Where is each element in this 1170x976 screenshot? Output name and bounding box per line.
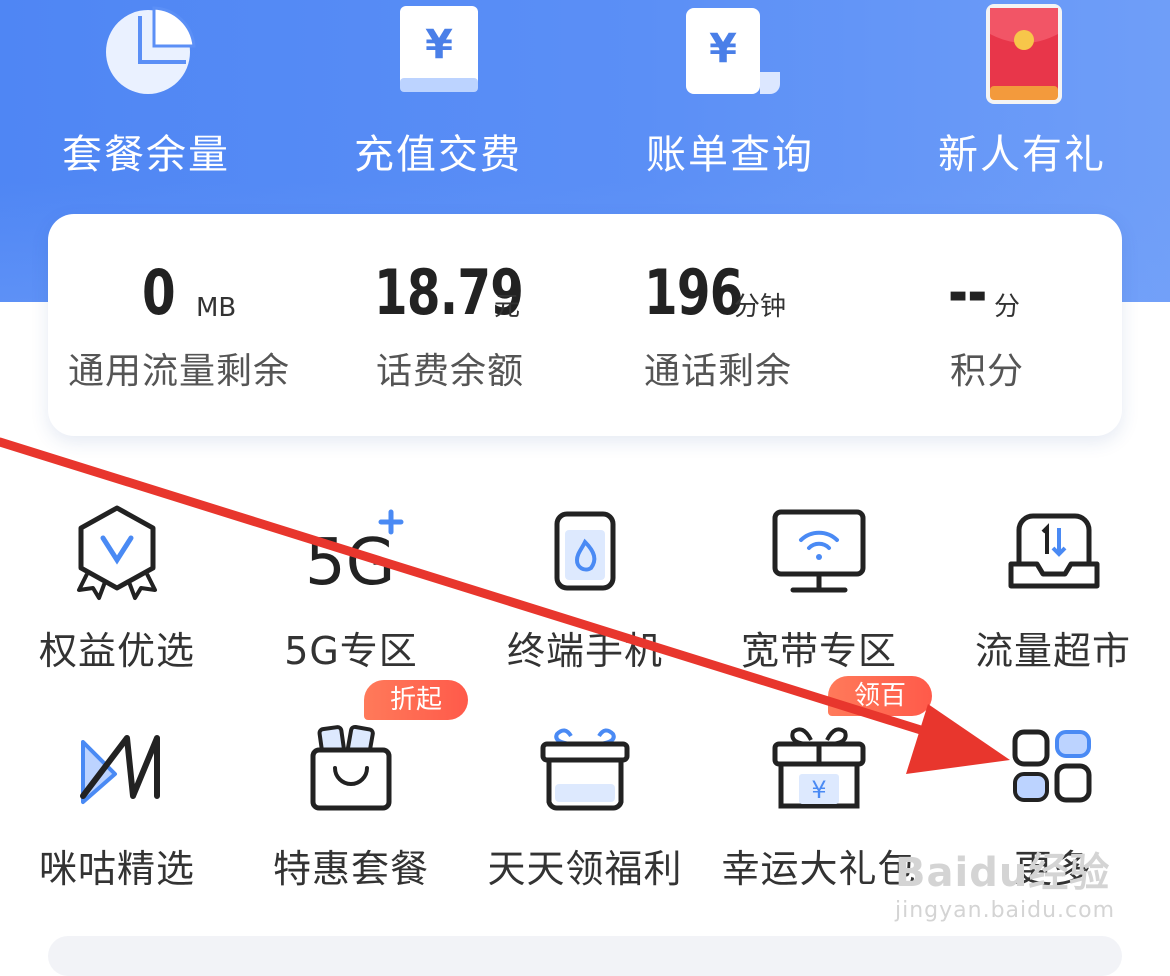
wifi-monitor-icon <box>772 509 866 593</box>
quick-action-label: 新人有礼 <box>938 132 1106 178</box>
quick-action-label: 充值交费 <box>354 132 522 178</box>
shopping-bag-icon <box>310 724 392 811</box>
service-label: 特惠套餐 <box>272 847 429 891</box>
svg-text:5G: 5G <box>305 526 395 600</box>
phone-icon <box>554 511 616 591</box>
service-daily-welfare[interactable]: 天天领福利 <box>470 722 700 912</box>
promo-badge: 领百元 <box>828 676 932 751</box>
service-label: 天天领福利 <box>487 847 683 891</box>
next-section-card <box>48 936 1122 976</box>
svg-text:¥: ¥ <box>709 26 737 72</box>
stat-label: 通话剩余 <box>644 351 793 392</box>
stat-unit: 分 <box>994 292 1021 322</box>
stat-unit: MB <box>196 293 237 323</box>
service-migu[interactable]: 咪咕精选 <box>2 722 232 912</box>
balance-card: 0 MB 通用流量剩余 18.79 元 话费余额 196 分钟 通话剩余 -- … <box>48 214 1122 436</box>
yuan-bill-icon: ¥ <box>686 8 780 94</box>
service-special-plans[interactable]: 特惠套餐 <box>236 722 466 912</box>
stat-unit: 元 <box>494 292 521 322</box>
baidu-watermark: Baidu经验 jingyan.baidu.com <box>895 840 1135 930</box>
stat-label: 积分 <box>950 351 1025 392</box>
stat-value: 196 <box>644 256 743 329</box>
stat-value: 0 <box>142 256 176 329</box>
data-box-icon <box>1008 513 1100 589</box>
svg-text:¥: ¥ <box>425 22 453 68</box>
service-label: 咪咕精选 <box>38 847 195 891</box>
service-label: 流量超市 <box>974 629 1131 673</box>
watermark-url: jingyan.baidu.com <box>895 898 1116 923</box>
stat-unit: 分钟 <box>734 292 787 322</box>
promo-badge: 折起 <box>364 680 468 720</box>
service-benefits[interactable]: 权益优选 <box>2 504 232 694</box>
service-phones[interactable]: 终端手机 <box>470 504 700 694</box>
service-5g-zone[interactable]: 5G 5G专区 <box>236 504 466 694</box>
watermark-brand: Baidu经验 <box>895 850 1111 896</box>
service-data-market[interactable]: 流量超市 <box>938 504 1168 694</box>
more-grid-icon <box>1012 729 1092 803</box>
vip-badge-icon <box>77 505 157 600</box>
svg-text:¥: ¥ <box>811 776 826 804</box>
quick-action-label: 套餐余量 <box>62 132 230 178</box>
yuan-card-icon: ¥ <box>400 6 478 92</box>
pie-chart-icon <box>106 6 196 94</box>
stat-value: -- <box>948 256 987 329</box>
service-label: 宽带专区 <box>740 629 897 673</box>
5g-plus-icon: 5G <box>305 509 404 600</box>
red-envelope-icon <box>986 4 1062 104</box>
quick-action-label: 账单查询 <box>646 132 814 178</box>
gift-box-icon <box>540 728 630 811</box>
yuan-gift-icon: ¥ <box>772 727 866 809</box>
stat-label: 话费余额 <box>376 351 525 392</box>
service-label: 权益优选 <box>38 629 195 673</box>
service-label: 终端手机 <box>506 629 663 673</box>
service-broadband[interactable]: 宽带专区 <box>704 504 934 694</box>
service-label: 5G专区 <box>284 629 418 673</box>
stat-label: 通用流量剩余 <box>68 351 291 392</box>
migu-icon <box>80 735 160 804</box>
